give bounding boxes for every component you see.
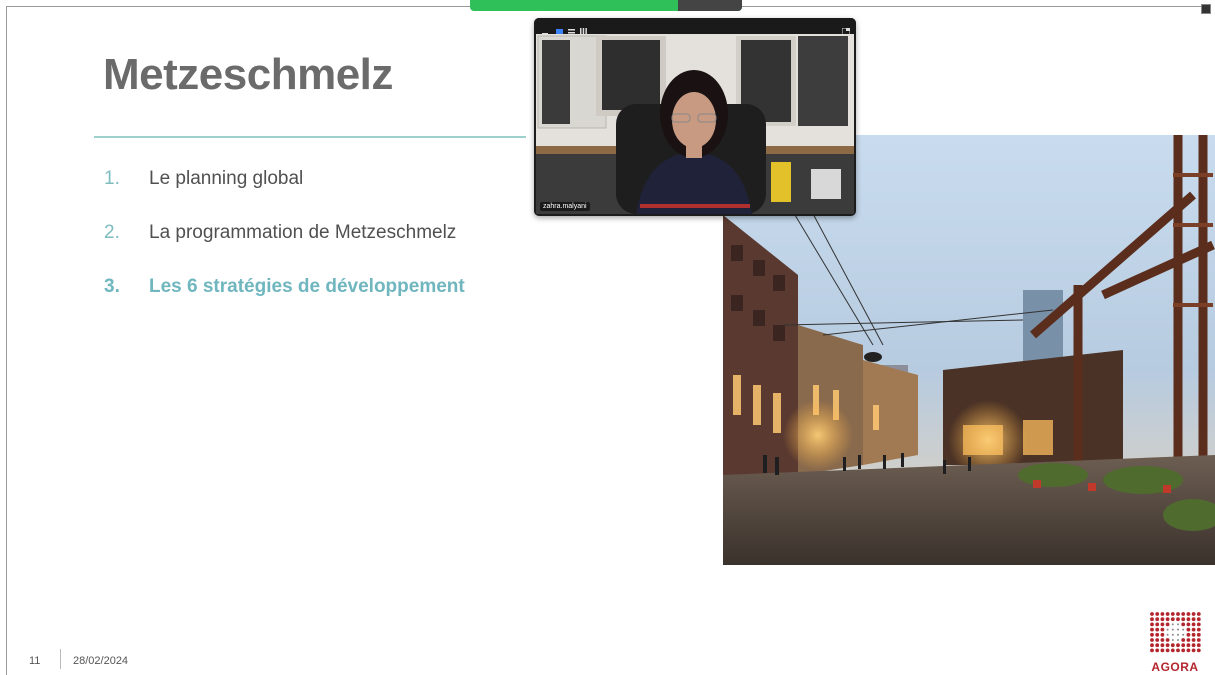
participant-name: zahra.malyani: [540, 202, 590, 211]
logo-dot-grid-icon: [1150, 612, 1201, 653]
agenda-item: 2. La programmation de Metzeschmelz: [104, 222, 465, 276]
agenda-item: 1. Le planning global: [104, 168, 465, 222]
slide-title: Metzeschmelz: [103, 50, 393, 99]
agora-logo: AGORA: [1147, 609, 1203, 674]
minimize-icon[interactable]: [542, 22, 548, 35]
agenda-number: 3.: [104, 276, 120, 297]
participant-video-tile[interactable]: zahra.malyani: [534, 18, 856, 216]
agenda-label: Le planning global: [149, 168, 304, 189]
title-divider: [94, 136, 526, 138]
agenda-number: 1.: [104, 168, 120, 189]
expand-icon[interactable]: [841, 22, 851, 36]
agenda-item-active: 3. Les 6 stratégies de développement: [104, 276, 465, 330]
slide-footer: 11 28/02/2024: [29, 649, 128, 669]
screen-share-bar[interactable]: [470, 0, 742, 11]
webcam-feed: zahra.malyani: [536, 34, 854, 214]
logo-text: AGORA: [1151, 660, 1199, 674]
page-number: 11: [29, 655, 41, 667]
window-corner-control[interactable]: [1201, 4, 1211, 14]
agenda-number: 2.: [104, 222, 120, 243]
video-toolbar: [534, 18, 856, 36]
agenda-label: La programmation de Metzeschmelz: [149, 222, 457, 243]
agenda-label: Les 6 stratégies de développement: [149, 276, 465, 297]
speaker-view-icon[interactable]: [568, 22, 575, 34]
stop-share-button[interactable]: [678, 0, 742, 11]
tile-view-icon[interactable]: [556, 22, 563, 34]
footer-divider: [60, 649, 61, 669]
agenda-list: 1. Le planning global 2. La programmation …: [104, 168, 465, 330]
slide-date: 28/02/2024: [73, 655, 129, 667]
gallery-grid-icon[interactable]: [580, 22, 587, 35]
